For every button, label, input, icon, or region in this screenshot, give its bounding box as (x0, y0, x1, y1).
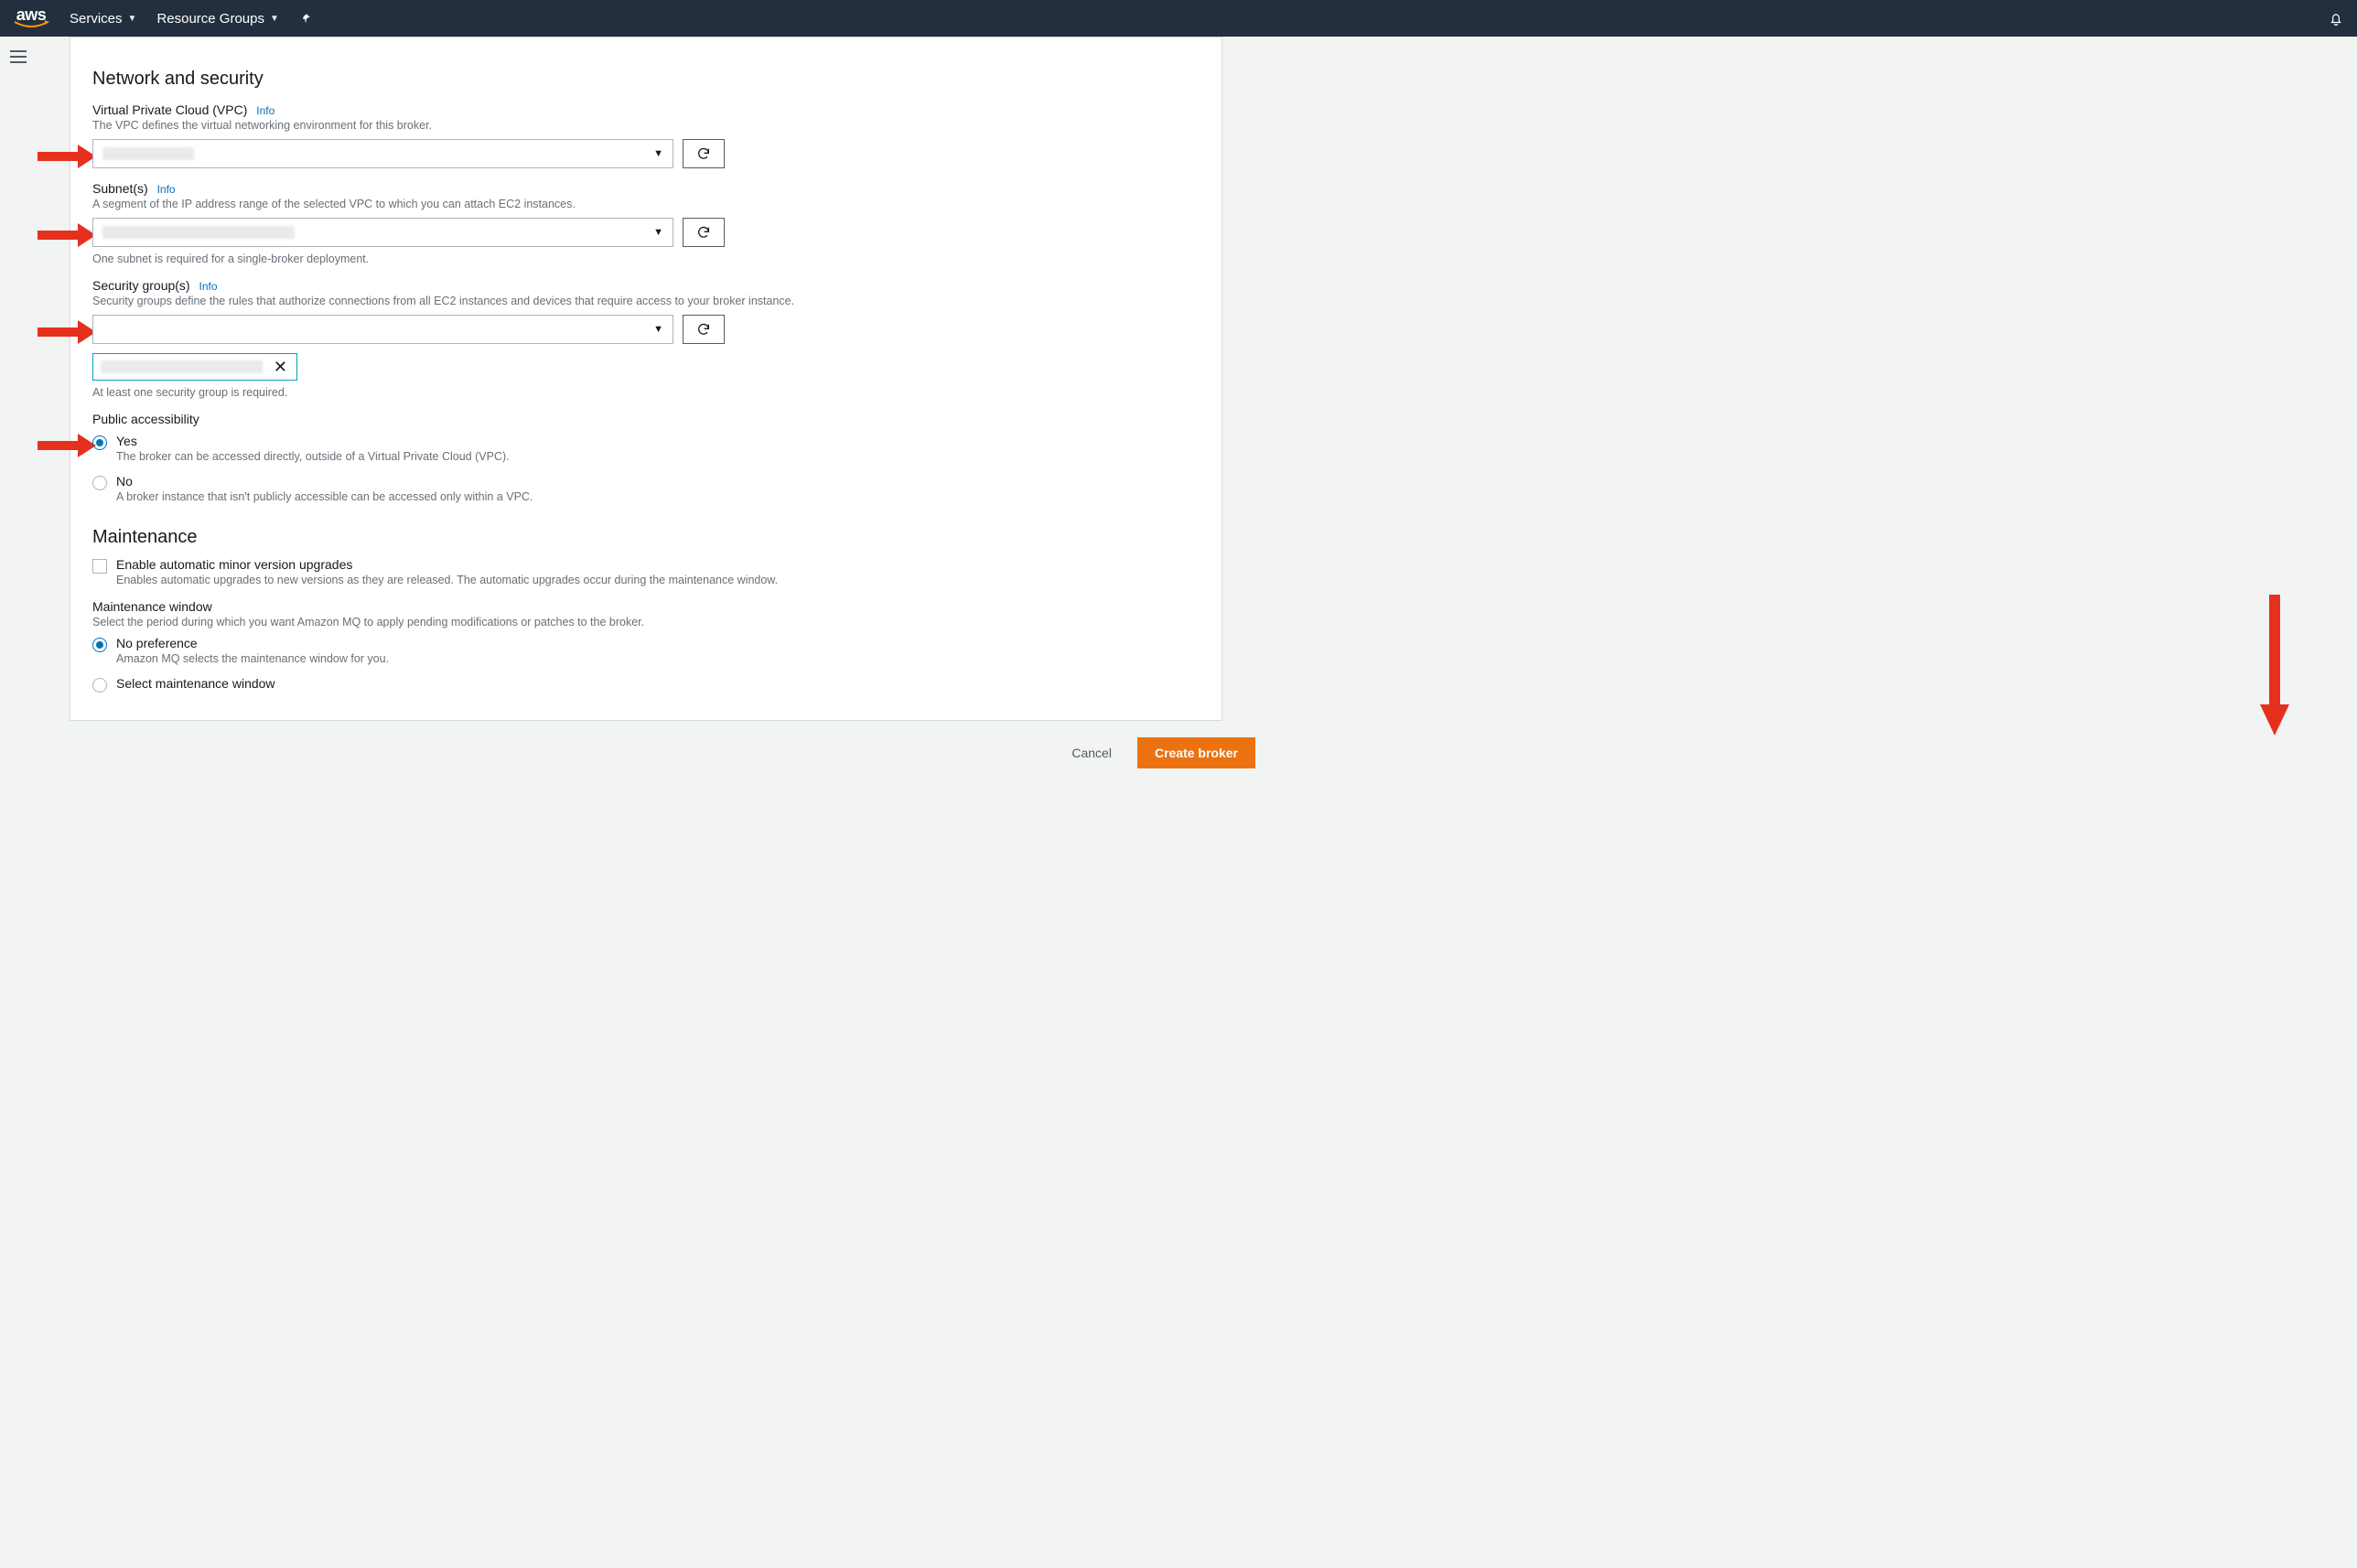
auto-upgrade-checkbox[interactable] (92, 559, 107, 574)
maint-select-window-radio[interactable] (92, 678, 107, 693)
maint-nopref-label: No preference (116, 636, 389, 650)
vpc-label: Virtual Private Cloud (VPC) (92, 102, 247, 117)
subnet-desc: A segment of the IP address range of the… (92, 198, 1200, 210)
refresh-icon (696, 322, 711, 337)
sg-chip-value-redacted (101, 360, 263, 373)
subnet-refresh-button[interactable] (683, 218, 725, 247)
annotation-arrow-icon (36, 221, 96, 249)
nav-services-label: Services (70, 11, 123, 27)
section-maintenance: Maintenance (92, 527, 1200, 548)
field-maintenance-window: Maintenance window Select the period dur… (92, 599, 1200, 693)
field-security-group: Security group(s) Info Security groups d… (92, 278, 1200, 399)
maint-nopref-radio[interactable] (92, 638, 107, 652)
field-public-accessibility: Public accessibility Yes The broker can … (92, 412, 1200, 503)
chevron-down-icon: ▼ (653, 148, 663, 159)
vpc-value-redacted (102, 147, 194, 160)
public-no-label: No (116, 474, 533, 489)
subnet-note: One subnet is required for a single-brok… (92, 252, 1200, 265)
annotation-arrow-icon (36, 318, 96, 346)
chevron-down-icon: ▼ (653, 324, 663, 335)
nav-resource-groups[interactable]: Resource Groups ▼ (156, 11, 278, 27)
nav-services[interactable]: Services ▼ (70, 11, 136, 27)
subnet-value-redacted (102, 226, 295, 239)
create-broker-button[interactable]: Create broker (1137, 737, 1255, 768)
refresh-icon (696, 146, 711, 161)
subnet-info-link[interactable]: Info (157, 183, 176, 196)
auto-upgrade-label: Enable automatic minor version upgrades (116, 557, 778, 572)
hamburger-icon (10, 50, 27, 63)
public-yes-radio[interactable] (92, 435, 107, 450)
field-vpc: Virtual Private Cloud (VPC) Info The VPC… (92, 102, 1200, 168)
annotation-arrow-icon (36, 143, 96, 170)
auto-upgrade-desc: Enables automatic upgrades to new versio… (116, 574, 778, 586)
chevron-down-icon: ▼ (128, 14, 137, 24)
maint-window-label: Maintenance window (92, 599, 1200, 614)
top-nav: aws Services ▼ Resource Groups ▼ (0, 0, 2357, 37)
public-no-desc: A broker instance that isn't publicly ac… (116, 490, 533, 503)
section-network-security: Network and security (92, 69, 1200, 90)
vpc-info-link[interactable]: Info (256, 104, 274, 117)
sg-note: At least one security group is required. (92, 386, 1200, 399)
chevron-down-icon: ▼ (653, 227, 663, 238)
pin-icon[interactable] (299, 12, 312, 25)
field-auto-upgrade: Enable automatic minor version upgrades … (92, 557, 1200, 586)
sg-desc: Security groups define the rules that au… (92, 295, 1200, 307)
maint-window-desc: Select the period during which you want … (92, 616, 1200, 628)
sg-chip: ✕ (92, 353, 297, 381)
footer-actions: Cancel Create broker (70, 737, 1259, 768)
public-yes-desc: The broker can be accessed directly, out… (116, 450, 510, 463)
chevron-down-icon: ▼ (270, 14, 279, 24)
subnet-label: Subnet(s) (92, 181, 148, 196)
notifications-icon[interactable] (2328, 10, 2344, 27)
hamburger-menu[interactable] (5, 44, 31, 70)
public-label: Public accessibility (92, 412, 1200, 426)
maint-select-window-label: Select maintenance window (116, 676, 275, 691)
refresh-icon (696, 225, 711, 240)
config-panel: Network and security Virtual Private Clo… (70, 37, 1222, 721)
aws-logo[interactable]: aws (13, 7, 49, 29)
public-yes-label: Yes (116, 434, 510, 448)
sg-label: Security group(s) (92, 278, 190, 293)
sg-select[interactable]: ▼ (92, 315, 673, 344)
field-subnet: Subnet(s) Info A segment of the IP addre… (92, 181, 1200, 265)
vpc-select[interactable]: ▼ (92, 139, 673, 168)
subnet-select[interactable]: ▼ (92, 218, 673, 247)
sg-info-link[interactable]: Info (199, 280, 217, 293)
maint-nopref-desc: Amazon MQ selects the maintenance window… (116, 652, 389, 665)
remove-chip-button[interactable]: ✕ (270, 359, 291, 375)
vpc-refresh-button[interactable] (683, 139, 725, 168)
annotation-arrow-icon (36, 432, 96, 459)
sg-refresh-button[interactable] (683, 315, 725, 344)
vpc-desc: The VPC defines the virtual networking e… (92, 119, 1200, 132)
public-no-radio[interactable] (92, 476, 107, 490)
cancel-button[interactable]: Cancel (1060, 738, 1123, 768)
nav-resource-groups-label: Resource Groups (156, 11, 264, 27)
